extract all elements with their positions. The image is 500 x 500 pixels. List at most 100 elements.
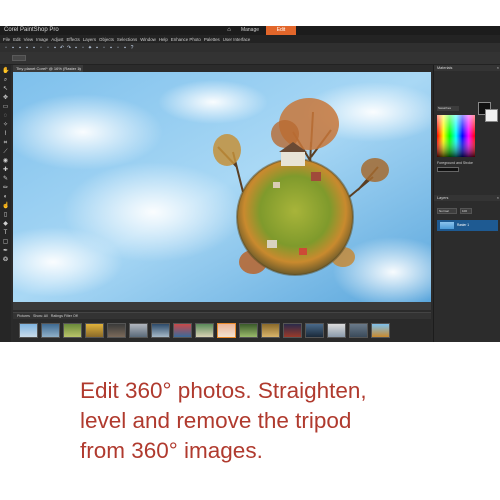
magic-wand-icon[interactable]: ✧ bbox=[2, 122, 9, 129]
organizer-rating-label[interactable]: Ratings Filter Off bbox=[51, 314, 78, 318]
redo-icon[interactable]: ↷ bbox=[66, 45, 72, 51]
thumbnail[interactable] bbox=[85, 323, 104, 338]
pan-tool-icon[interactable]: ✋ bbox=[2, 68, 9, 75]
copy-icon[interactable]: ▫ bbox=[38, 45, 44, 51]
menu-item-image[interactable]: Image bbox=[36, 37, 48, 42]
tools-toolbar: ✋ ⌕ ↖ ✥ ▭ ◌ ✧ ⌇ ⌗ ⟋ ◉ ✚ ✎ ✏ ◐ ☝ ▯ ◆ T ▢ … bbox=[0, 65, 11, 342]
menu-item-palettes[interactable]: Palettes bbox=[204, 37, 220, 42]
paste-icon[interactable]: ▫ bbox=[45, 45, 51, 51]
thumbnail[interactable] bbox=[129, 323, 148, 338]
undo-icon[interactable]: ↶ bbox=[59, 45, 65, 51]
menu-item-objects[interactable]: Objects bbox=[99, 37, 114, 42]
layers-title: Layers bbox=[437, 196, 449, 200]
opacity-field[interactable]: 100 bbox=[460, 208, 472, 214]
smudge-tool-icon[interactable]: ☝ bbox=[2, 203, 9, 210]
background-color-box[interactable] bbox=[485, 109, 498, 122]
text-tool-icon[interactable]: T bbox=[2, 230, 9, 237]
save-as-icon[interactable]: ▪ bbox=[24, 45, 30, 51]
tool-preset-dropdown[interactable] bbox=[12, 55, 26, 61]
thumbnail[interactable] bbox=[19, 323, 38, 338]
thumbnail[interactable] bbox=[371, 323, 390, 338]
move-tool-icon[interactable]: ✥ bbox=[2, 95, 9, 102]
foreground-swatch[interactable] bbox=[437, 167, 459, 172]
menu-item-enhance-photo[interactable]: Enhance Photo bbox=[171, 37, 201, 42]
layer-thumbnail bbox=[440, 222, 454, 229]
print-icon[interactable]: ▪ bbox=[31, 45, 37, 51]
crop-icon[interactable]: ▪ bbox=[73, 45, 79, 51]
grid-icon[interactable]: ▪ bbox=[94, 45, 100, 51]
makeover-tool-icon[interactable]: ✚ bbox=[2, 167, 9, 174]
clone-brush-icon[interactable]: ✎ bbox=[2, 176, 9, 183]
close-document-icon[interactable]: × bbox=[79, 65, 81, 72]
warp-brush-icon[interactable]: ❂ bbox=[2, 257, 9, 264]
foreground-label: Foreground and Stroke bbox=[437, 161, 473, 165]
crop-tool-icon[interactable]: ⌗ bbox=[2, 140, 9, 147]
thumbnail[interactable] bbox=[151, 323, 170, 338]
organizer-filter-label[interactable]: Show: All bbox=[33, 314, 48, 318]
new-file-icon[interactable]: ▫ bbox=[3, 45, 9, 51]
straighten-tool-icon[interactable]: ⟋ bbox=[2, 149, 9, 156]
blend-mode-dropdown[interactable]: Normal bbox=[437, 208, 457, 214]
caption-line-1: Edit 360° photos. Straighten, bbox=[80, 378, 367, 403]
thumbnail[interactable] bbox=[107, 323, 126, 338]
close-icon[interactable]: × bbox=[497, 195, 499, 201]
thumbnail[interactable] bbox=[349, 323, 368, 338]
thumbnail[interactable] bbox=[327, 323, 346, 338]
menu-item-edit[interactable]: Edit bbox=[13, 37, 21, 42]
dropper-icon[interactable]: ⌇ bbox=[2, 131, 9, 138]
close-icon[interactable]: × bbox=[497, 65, 499, 71]
thumbnail[interactable] bbox=[239, 323, 258, 338]
fill-tool-icon[interactable]: ◆ bbox=[2, 221, 9, 228]
layers-icon[interactable]: ▫ bbox=[115, 45, 121, 51]
settings-icon[interactable]: ▫ bbox=[101, 45, 107, 51]
color-swatches[interactable] bbox=[437, 115, 475, 157]
thumbnail[interactable] bbox=[305, 323, 324, 338]
menu-item-user-interface[interactable]: User Interface bbox=[223, 37, 251, 42]
help-icon[interactable]: ? bbox=[129, 45, 135, 51]
zoom-tool-icon[interactable]: ⌕ bbox=[2, 77, 9, 84]
tab-edit[interactable]: Edit bbox=[266, 26, 296, 35]
thumbnail[interactable] bbox=[261, 323, 280, 338]
pen-tool-icon[interactable]: ✒ bbox=[2, 248, 9, 255]
thumbnail[interactable] bbox=[63, 323, 82, 338]
home-icon[interactable]: ⌂ bbox=[225, 27, 233, 34]
red-eye-tool-icon[interactable]: ◉ bbox=[2, 158, 9, 165]
layer-row-selected[interactable]: Raster 1 bbox=[437, 220, 498, 231]
paintshop-window: Corel PaintShop Pro ⌂ Manage Edit File E… bbox=[0, 26, 500, 342]
selection-tool-icon[interactable]: ▭ bbox=[2, 104, 9, 111]
materials-palette-header: Materials × bbox=[434, 65, 500, 71]
menu-item-selections[interactable]: Selections bbox=[117, 37, 137, 42]
resize-icon[interactable]: ▫ bbox=[80, 45, 86, 51]
open-folder-icon[interactable]: ▪ bbox=[10, 45, 16, 51]
menu-item-file[interactable]: File bbox=[3, 37, 10, 42]
pick-tool-icon[interactable]: ↖ bbox=[2, 86, 9, 93]
document-tab-label: Tiny planet Corel* @ 16% (Raster 1) bbox=[16, 66, 81, 71]
photo-canvas[interactable] bbox=[13, 72, 431, 302]
menu-item-effects[interactable]: Effects bbox=[67, 37, 80, 42]
thumbnail[interactable] bbox=[283, 323, 302, 338]
menu-item-help[interactable]: Help bbox=[159, 37, 168, 42]
palette-icon[interactable]: ▪ bbox=[122, 45, 128, 51]
thumbnail-selected[interactable] bbox=[217, 323, 236, 338]
thumbnail[interactable] bbox=[173, 323, 192, 338]
freehand-selection-icon[interactable]: ◌ bbox=[2, 113, 9, 120]
tab-manage[interactable]: Manage bbox=[236, 26, 264, 35]
menu-item-view[interactable]: View bbox=[24, 37, 33, 42]
save-icon[interactable]: ▪ bbox=[17, 45, 23, 51]
eraser-tool-icon[interactable]: ▯ bbox=[2, 212, 9, 219]
shape-tool-icon[interactable]: ▢ bbox=[2, 239, 9, 246]
layer-name: Raster 1 bbox=[457, 223, 470, 227]
menu-item-window[interactable]: Window bbox=[140, 37, 156, 42]
paint-brush-icon[interactable]: ✏ bbox=[2, 185, 9, 192]
one-step-fix-icon[interactable]: ✦ bbox=[87, 45, 93, 51]
dodge-tool-icon[interactable]: ◐ bbox=[2, 194, 9, 201]
menu-item-adjust[interactable]: Adjust bbox=[51, 37, 63, 42]
zoom-icon[interactable]: ▪ bbox=[108, 45, 114, 51]
thumbnail[interactable] bbox=[41, 323, 60, 338]
organizer-nav-label[interactable]: Pictures bbox=[17, 314, 30, 318]
thumbnail[interactable] bbox=[195, 323, 214, 338]
document-tab[interactable]: Tiny planet Corel* @ 16% (Raster 1) × bbox=[13, 65, 83, 72]
materials-dropdown[interactable]: Swatches bbox=[437, 106, 459, 111]
menu-item-layers[interactable]: Layers bbox=[83, 37, 96, 42]
scan-icon[interactable]: ▪ bbox=[52, 45, 58, 51]
